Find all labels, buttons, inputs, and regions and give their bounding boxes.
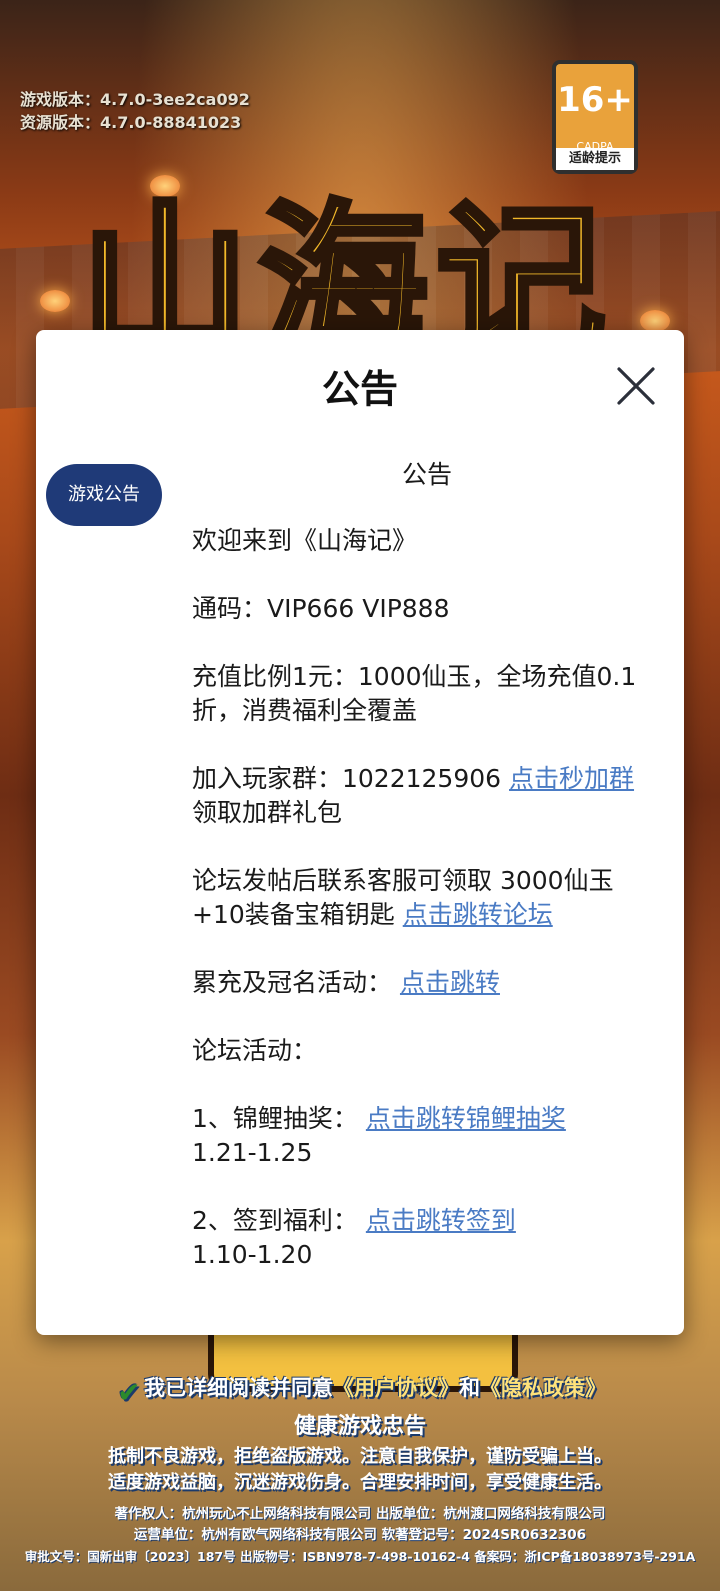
forum-events-text: 论坛活动：	[192, 1036, 318, 1065]
signin-prefix: 2、签到福利：	[192, 1206, 366, 1235]
group-paragraph: 加入玩家群：1022125906 点击秒加群 领取加群礼包	[192, 762, 662, 830]
codes-text: 通码：VIP666 VIP888	[192, 594, 450, 623]
join-group-link[interactable]: 点击秒加群	[509, 764, 634, 793]
recharge-text: 充值比例1元：1000仙玉，全场充值0.1折，消费福利全覆盖	[192, 662, 637, 725]
event-prefix: 累充及冠名活动：	[192, 968, 400, 997]
signin-link[interactable]: 点击跳转签到	[366, 1206, 516, 1235]
lottery-paragraph: 1、锦鲤抽奖： 点击跳转锦鲤抽奖 1.21-1.25	[192, 1102, 662, 1170]
lottery-link[interactable]: 点击跳转锦鲤抽奖	[366, 1104, 566, 1133]
forum-link[interactable]: 点击跳转论坛	[403, 900, 553, 929]
announcement-modal: 公告 游戏公告 公告 欢迎来到《山海记》 通码：VIP666 VIP888 充值…	[36, 330, 684, 1335]
tab-game-announcement[interactable]: 游戏公告	[46, 464, 162, 526]
forum-paragraph: 论坛发帖后联系客服可领取 3000仙玉+10装备宝箱钥匙 点击跳转论坛	[192, 864, 662, 932]
group-prefix: 加入玩家群：1022125906	[192, 764, 510, 793]
lottery-prefix: 1、锦鲤抽奖：	[192, 1104, 366, 1133]
lottery-date: 1.21-1.25	[192, 1138, 313, 1167]
group-suffix: 领取加群礼包	[192, 798, 343, 827]
modal-title: 公告	[321, 367, 398, 411]
signin-paragraph: 2、签到福利： 点击跳转签到 1.10-1.20	[192, 1204, 662, 1272]
close-button[interactable]	[614, 364, 658, 408]
event-link[interactable]: 点击跳转	[400, 968, 500, 997]
signin-date: 1.10-1.20	[192, 1240, 313, 1269]
announcement-content: 公告 欢迎来到《山海记》 通码：VIP666 VIP888 充值比例1元：100…	[192, 458, 662, 1306]
close-icon	[617, 367, 655, 405]
event-paragraph: 累充及冠名活动： 点击跳转	[192, 966, 662, 1000]
content-heading: 公告	[401, 460, 452, 489]
welcome-text: 欢迎来到《山海记》	[192, 526, 418, 555]
